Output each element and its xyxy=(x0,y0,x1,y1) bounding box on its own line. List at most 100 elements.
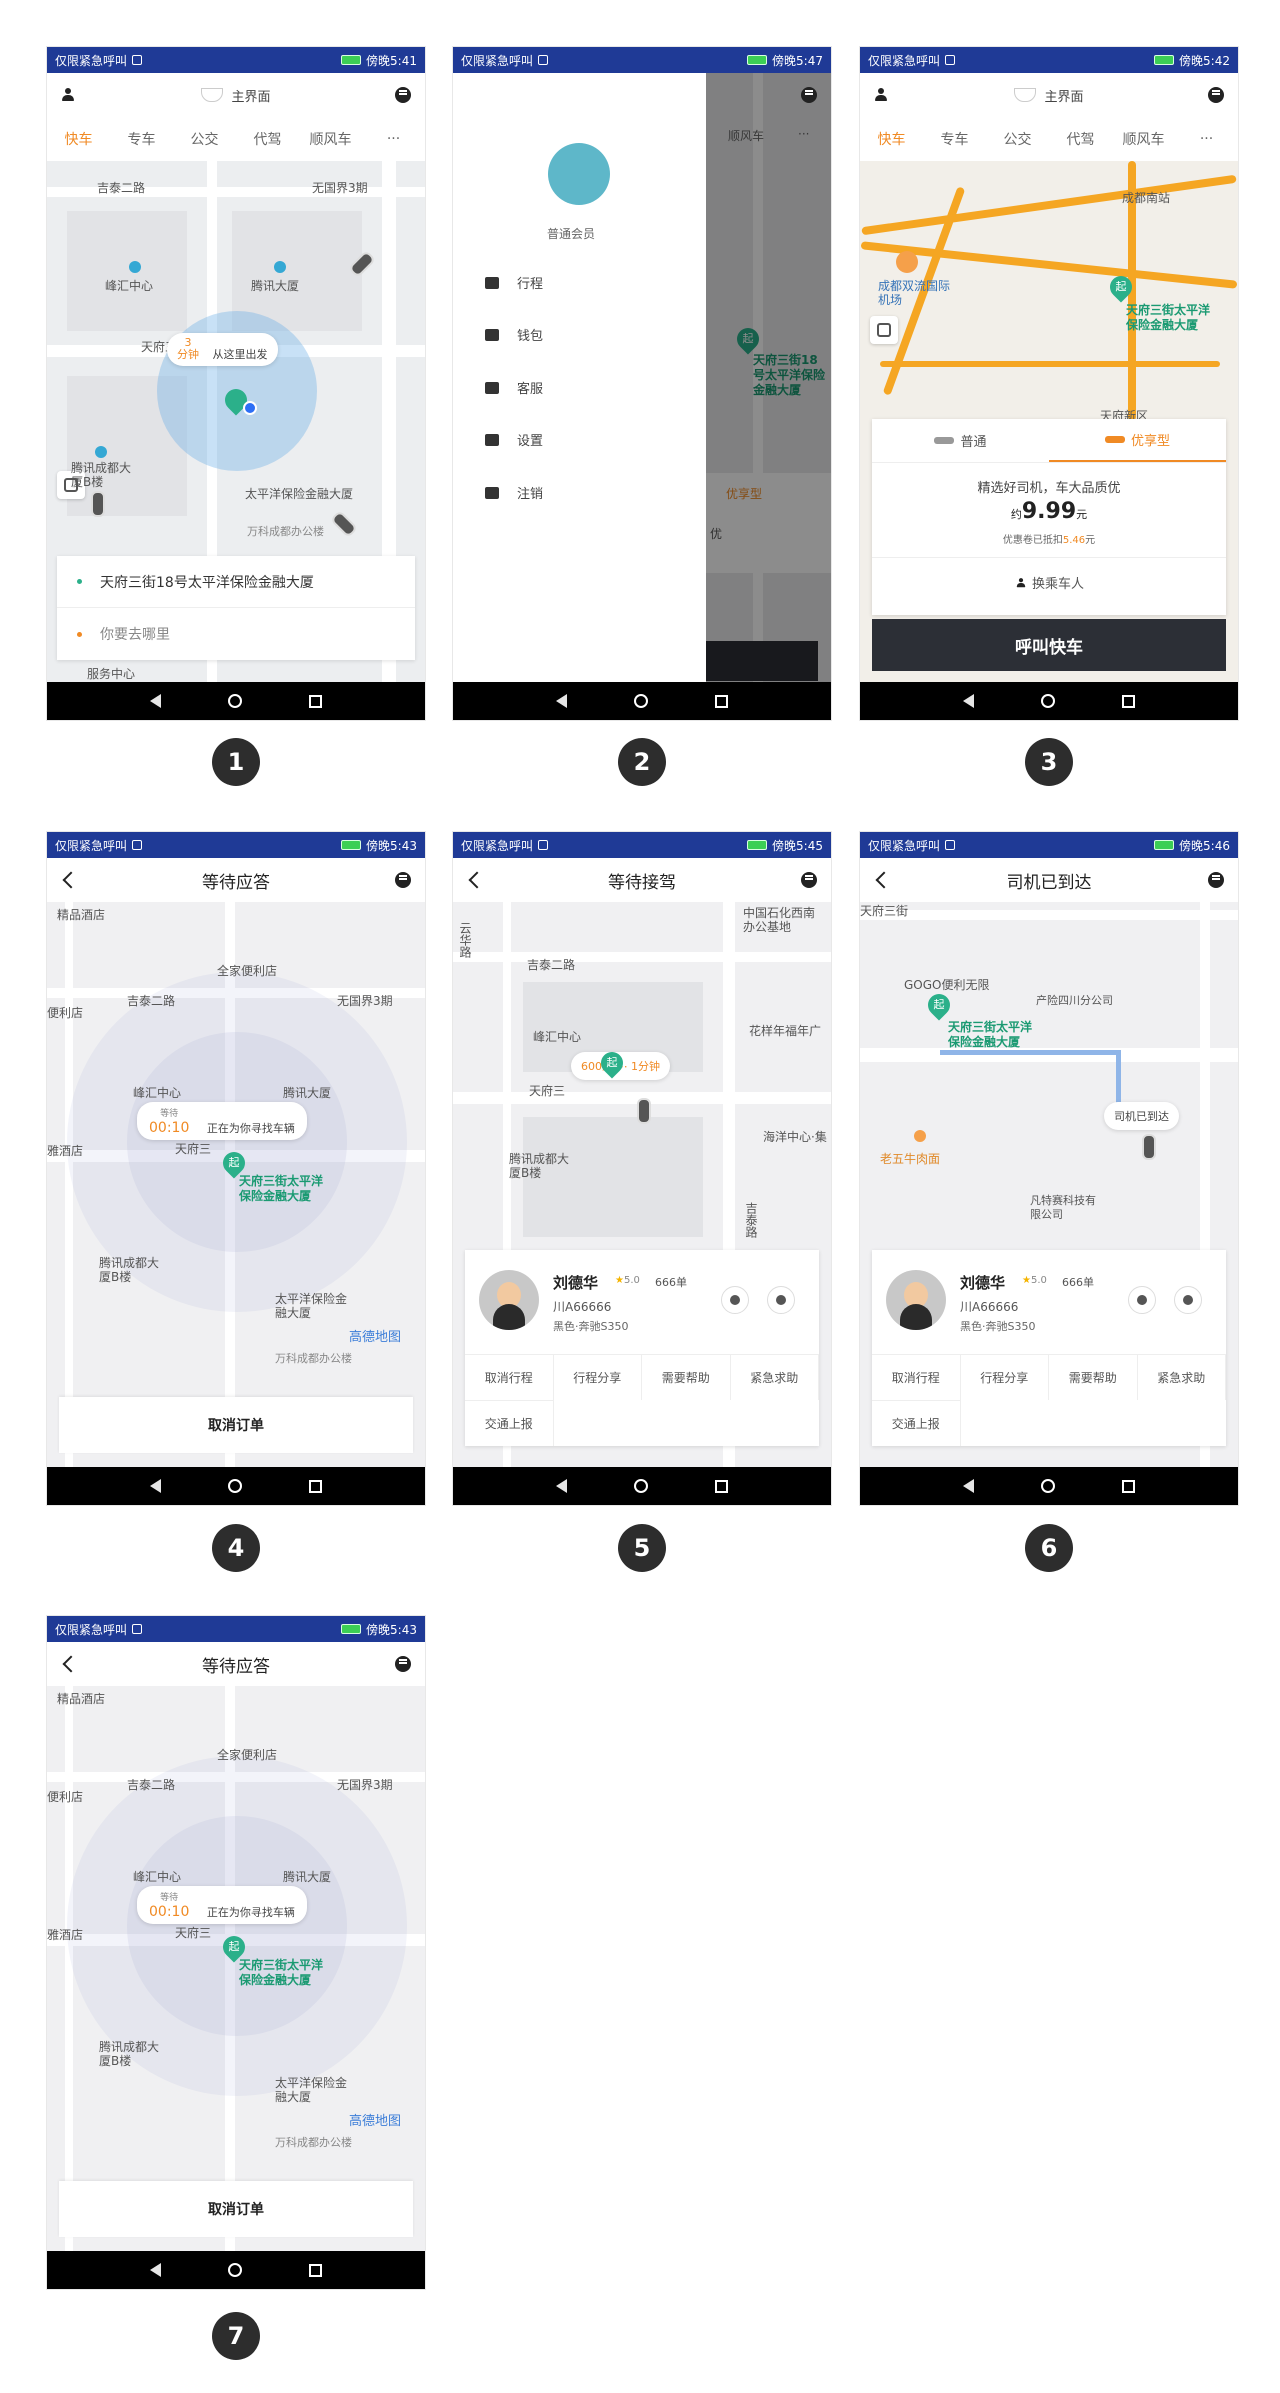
change-passenger-button[interactable]: 换乘车人 xyxy=(872,557,1226,607)
tab-express[interactable]: 快车 xyxy=(47,129,110,149)
menu-wallet[interactable]: 钱包 xyxy=(485,325,543,344)
menu-label: 行程 xyxy=(517,277,544,292)
traffic-report-button[interactable]: 交通上报 xyxy=(872,1400,961,1446)
home-nav-icon[interactable] xyxy=(1040,1479,1055,1493)
menu-trips[interactable]: 行程 xyxy=(485,273,543,292)
traffic-report-button[interactable]: 交通上报 xyxy=(465,1400,554,1446)
tab-bus[interactable]: 公交 xyxy=(173,129,236,149)
recent-nav-icon[interactable] xyxy=(1121,1479,1135,1493)
tab-label: 优享型 xyxy=(1130,434,1170,449)
map-label: 凡特赛科技有限公司 xyxy=(1030,1194,1096,1221)
tab-standard[interactable]: 普通 xyxy=(872,419,1049,462)
cancel-order-button[interactable]: 取消订单 xyxy=(59,1397,413,1453)
back-nav-icon[interactable] xyxy=(150,1479,162,1493)
back-nav-icon[interactable] xyxy=(556,1479,568,1493)
recent-nav-icon[interactable] xyxy=(308,2263,322,2277)
recent-nav-icon[interactable] xyxy=(308,1479,322,1493)
home-nav-icon[interactable] xyxy=(227,694,242,708)
message-icon[interactable] xyxy=(395,87,411,103)
status-text: 仅限紧急呼叫 xyxy=(55,838,128,853)
cancel-trip-button[interactable]: 取消行程 xyxy=(465,1354,554,1400)
back-nav-icon[interactable] xyxy=(963,694,975,708)
tab-carpool[interactable]: 顺风车 xyxy=(1112,129,1175,149)
map-view[interactable]: 精品酒店 全家便利店 吉泰二路 无国界3期 便利店 峰汇中心 腾讯大厦 雅酒店 … xyxy=(47,1686,425,2251)
emergency-button[interactable]: 紧急求助 xyxy=(730,1354,819,1400)
map-view[interactable]: 天府三街 GOGO便利无限 产险四川分公司 起 天府三街太平洋保险金融大厦 司机… xyxy=(860,902,1238,1467)
tab-more[interactable]: ··· xyxy=(1175,131,1238,147)
user-icon[interactable] xyxy=(61,88,75,102)
locate-icon[interactable] xyxy=(870,316,898,344)
back-icon[interactable] xyxy=(62,1655,80,1673)
home-nav-icon[interactable] xyxy=(633,694,648,708)
back-nav-icon[interactable] xyxy=(963,1479,975,1493)
sim-icon xyxy=(132,55,143,65)
recent-nav-icon[interactable] xyxy=(714,1479,728,1493)
back-icon[interactable] xyxy=(468,871,486,889)
tab-express[interactable]: 快车 xyxy=(860,129,923,149)
tab-premier[interactable]: 专车 xyxy=(923,129,986,149)
map-view[interactable]: 中国石化西南办公基地 吉泰二路 峰汇中心 花样年福年广 天府三 海洋中心·集 6… xyxy=(453,902,831,1467)
user-icon[interactable] xyxy=(874,88,888,102)
message-icon[interactable] xyxy=(1208,872,1224,888)
phone-button[interactable] xyxy=(767,1286,795,1314)
tab-premier[interactable]: 专车 xyxy=(110,129,173,149)
recent-nav-icon[interactable] xyxy=(714,694,728,708)
home-nav-icon[interactable] xyxy=(227,2263,242,2277)
emergency-button[interactable]: 紧急求助 xyxy=(1137,1354,1226,1400)
depart-bubble[interactable]: 3 分钟 从这里出发 xyxy=(167,333,278,366)
cancel-trip-button[interactable]: 取消行程 xyxy=(872,1354,961,1400)
map-label: 天府三街 xyxy=(860,904,909,918)
map-view[interactable]: 吉泰二路 无国界3期 峰汇中心 腾讯大厦 天府三 3 分钟 从这里出发 腾讯成都大… xyxy=(47,161,425,682)
chat-button[interactable] xyxy=(721,1286,749,1314)
nav-bar: 等待应答 xyxy=(47,1642,425,1686)
message-icon[interactable] xyxy=(395,872,411,888)
message-icon[interactable] xyxy=(801,872,817,888)
phone-button[interactable] xyxy=(1174,1286,1202,1314)
poi-icon xyxy=(274,261,286,273)
map-label: 便利店 xyxy=(47,1790,84,1804)
map-view[interactable]: 成都南站 成都双流国际机场 起 天府三街太平洋保险金融大厦 天府新区 普通 优享… xyxy=(860,161,1238,682)
drawer-overlay[interactable] xyxy=(706,73,831,682)
back-nav-icon[interactable] xyxy=(556,694,568,708)
home-nav-icon[interactable] xyxy=(1040,694,1055,708)
origin-row[interactable]: 天府三街18号太平洋保险金融大厦 xyxy=(57,556,415,608)
back-nav-icon[interactable] xyxy=(150,694,162,708)
tab-bus[interactable]: 公交 xyxy=(986,129,1049,149)
need-help-button[interactable]: 需要帮助 xyxy=(642,1354,731,1400)
back-icon[interactable] xyxy=(62,871,80,889)
destination-row[interactable]: 你要去哪里 xyxy=(57,608,415,660)
tab-designated-driver[interactable]: 代驾 xyxy=(1049,129,1112,149)
cancel-order-button[interactable]: 取消订单 xyxy=(59,2181,413,2237)
menu-logout[interactable]: 注销 xyxy=(485,483,543,502)
map-label: 吉泰二路 xyxy=(127,994,176,1008)
message-icon[interactable] xyxy=(395,1656,411,1672)
need-help-button[interactable]: 需要帮助 xyxy=(1049,1354,1138,1400)
tab-more[interactable]: ··· xyxy=(362,131,425,147)
message-icon[interactable] xyxy=(1208,87,1224,103)
chat-button[interactable] xyxy=(1128,1286,1156,1314)
back-icon[interactable] xyxy=(875,871,893,889)
trips-icon xyxy=(485,276,499,289)
tab-carpool[interactable]: 顺风车 xyxy=(299,129,362,149)
back-nav-icon[interactable] xyxy=(150,2263,162,2277)
route-line xyxy=(940,1050,1120,1055)
share-trip-button[interactable]: 行程分享 xyxy=(553,1354,642,1400)
tab-comfort[interactable]: 优享型 xyxy=(1049,419,1226,462)
driver-car: 黑色·奔驰S350 xyxy=(960,1320,1036,1333)
tab-designated-driver[interactable]: 代驾 xyxy=(236,129,299,149)
home-nav-icon[interactable] xyxy=(227,1479,242,1493)
driver-avatar xyxy=(479,1270,539,1330)
share-trip-button[interactable]: 行程分享 xyxy=(960,1354,1049,1400)
recent-nav-icon[interactable] xyxy=(308,694,322,708)
menu-service[interactable]: 客服 xyxy=(485,378,543,397)
recent-nav-icon[interactable] xyxy=(1121,694,1135,708)
status-bar: 仅限紧急呼叫 傍晚5:41 xyxy=(47,47,425,73)
destination-dot-icon xyxy=(77,631,82,637)
avatar[interactable] xyxy=(548,143,610,205)
map-view[interactable]: 精品酒店 全家便利店 吉泰二路 无国界3期 便利店 峰汇中心 腾讯大厦 雅酒店 … xyxy=(47,902,425,1467)
menu-settings[interactable]: 设置 xyxy=(485,430,543,449)
status-bar: 仅限紧急呼叫 傍晚5:42 xyxy=(860,47,1238,73)
system-nav xyxy=(47,2251,425,2289)
call-express-button[interactable]: 呼叫快车 xyxy=(872,619,1226,671)
home-nav-icon[interactable] xyxy=(633,1479,648,1493)
